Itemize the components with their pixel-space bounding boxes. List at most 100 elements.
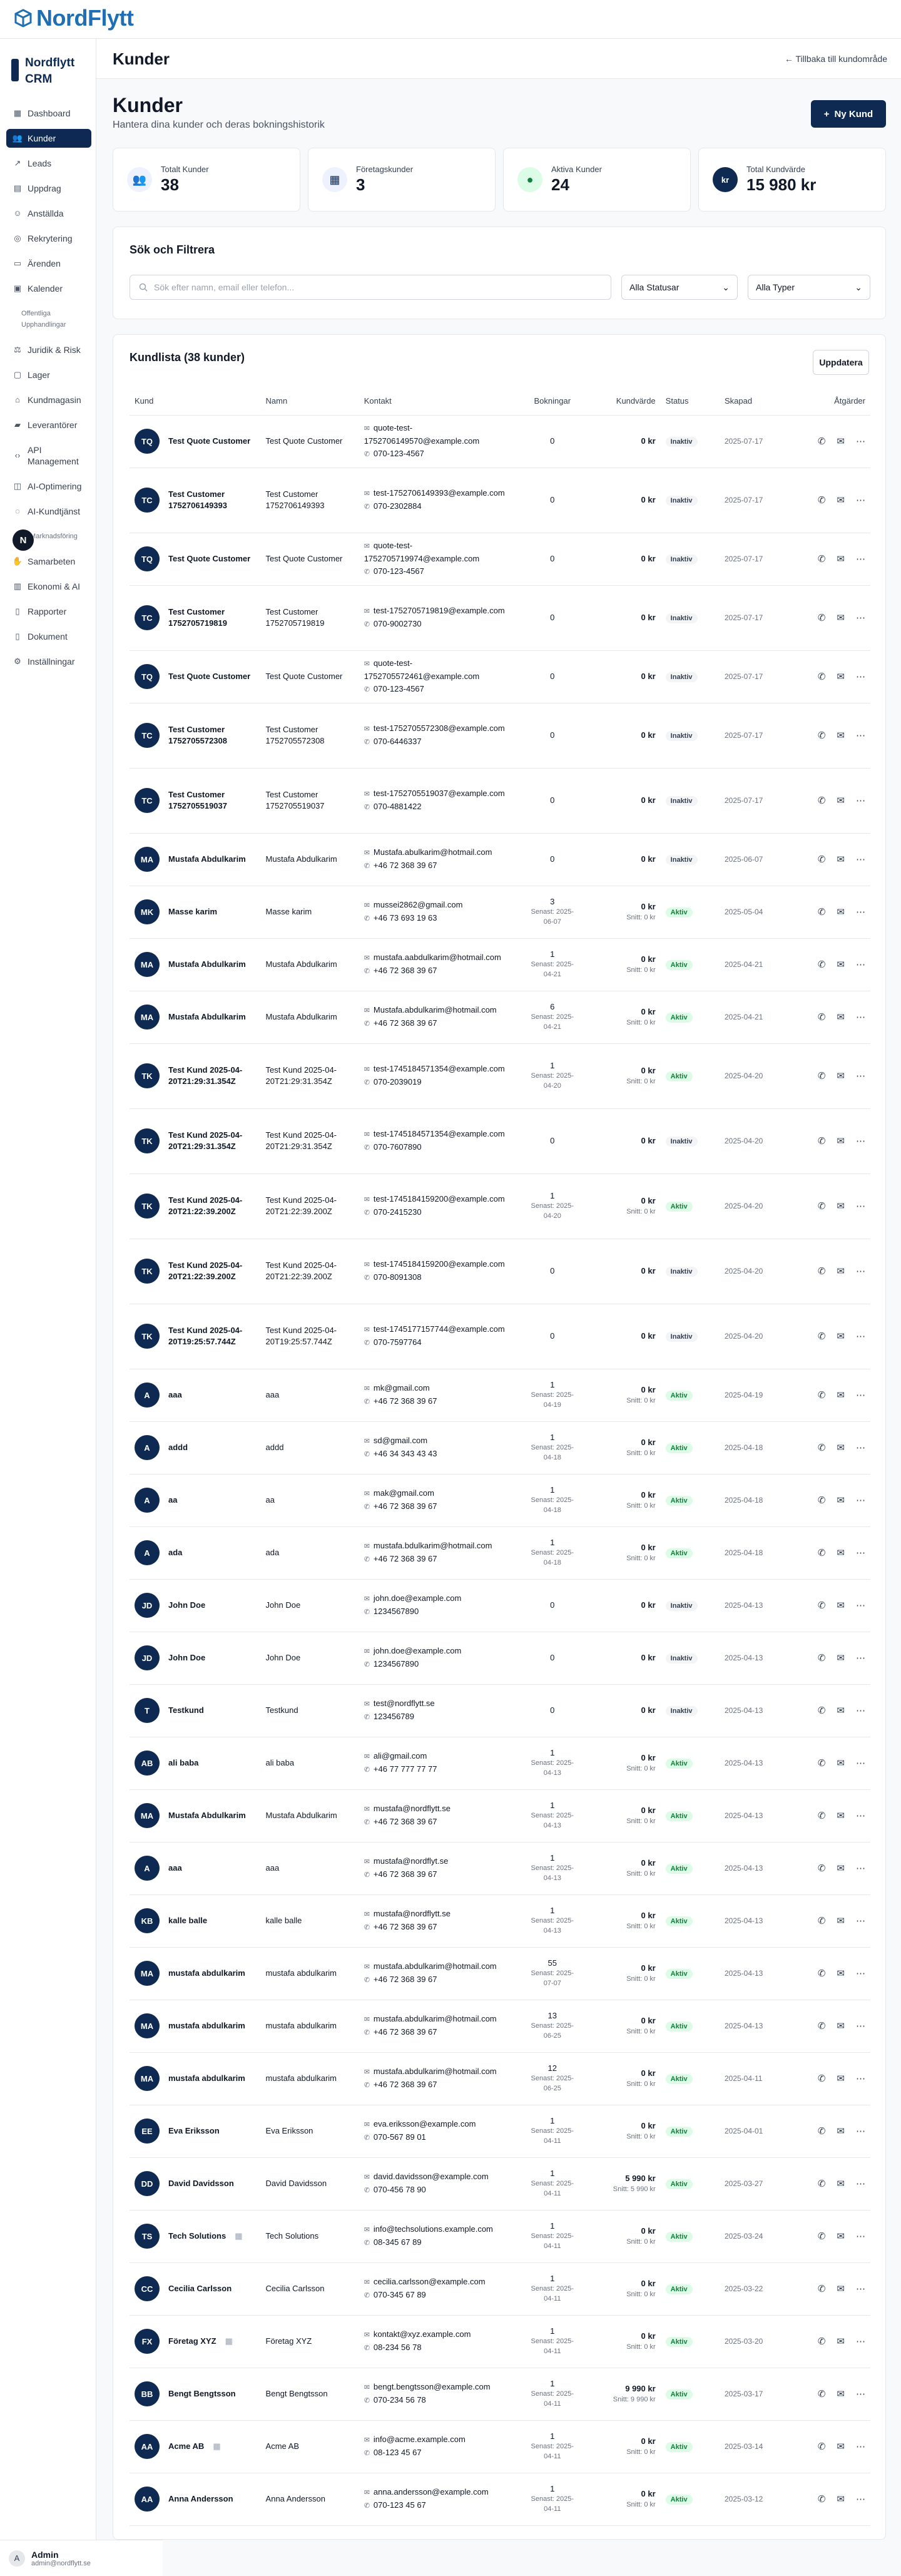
more-icon[interactable]: ⋯ [856,1757,865,1769]
phone-icon[interactable]: ✆ [818,2388,826,2400]
more-icon[interactable]: ⋯ [856,2073,865,2084]
sidebar-item-dokument[interactable]: ▯ Dokument [6,627,91,646]
column-header-6[interactable]: Skapad [719,387,792,416]
table-row[interactable]: MA mustafa abdulkarim mustafa abdulkarim ✉ m… [130,2052,870,2105]
sidebar-item-kundmagasin[interactable]: ⌂ Kundmagasin [6,391,91,409]
customer-name[interactable]: Cecilia Carlsson [168,2283,232,2294]
sidebar-item-leads[interactable]: ↗ Leads [6,154,91,173]
more-icon[interactable]: ⋯ [856,2493,865,2505]
email-text[interactable]: kontakt@xyz.example.com [374,2329,471,2339]
phone-text[interactable]: 070-2415230 [374,1207,422,1217]
table-row[interactable]: JD John Doe John Doe ✉ john.doe@example.com ✆… [130,1632,870,1685]
mail-icon[interactable]: ✉ [837,671,845,682]
phone-text[interactable]: 070-123-4567 [374,449,424,458]
email-text[interactable]: mustafa.abdulkarim@hotmail.com [374,2067,497,2076]
phone-icon[interactable]: ✆ [818,2073,826,2084]
mail-icon[interactable]: ✉ [837,2073,845,2084]
sidebar-item-api-management[interactable]: ‹› API Management [6,441,91,471]
table-row[interactable]: MA Mustafa Abdulkarim Mustafa Abdulkarim ✉ m… [130,938,870,991]
user-box[interactable]: A Admin admin@nordflytt.se [0,2540,163,2576]
more-icon[interactable]: ⋯ [856,1389,865,1401]
table-row[interactable]: TC Test Customer 1752706149393 Test Custom… [130,468,870,533]
email-text[interactable]: quote-test-1752706149570@example.com [364,423,480,446]
sidebar-item-ärenden[interactable]: ▭ Ärenden [6,254,91,273]
mail-icon[interactable]: ✉ [837,2178,845,2189]
phone-icon[interactable]: ✆ [818,854,826,865]
more-icon[interactable]: ⋯ [856,1705,865,1716]
phone-icon[interactable]: ✆ [818,671,826,682]
search-input[interactable]: Sök efter namn, email eller telefon... [130,275,611,300]
phone-text[interactable]: 070-123-4567 [374,684,424,693]
phone-icon[interactable]: ✆ [818,906,826,917]
mail-icon[interactable]: ✉ [837,906,845,917]
more-icon[interactable]: ⋯ [856,553,865,565]
customer-name[interactable]: mustafa abdulkarim [168,2020,245,2032]
type-select[interactable]: Alla Typer ⌄ [748,275,870,300]
more-icon[interactable]: ⋯ [856,494,865,506]
sidebar-item-anställda[interactable]: ☺ Anställda [6,204,91,223]
customer-name[interactable]: Test Quote Customer [168,671,250,682]
floating-avatar-button[interactable]: N [13,529,34,551]
phone-text[interactable]: +46 77 777 77 77 [374,1764,437,1774]
phone-icon[interactable]: ✆ [818,1757,826,1769]
sidebar-item-uppdrag[interactable]: ▤ Uppdrag [6,179,91,198]
email-text[interactable]: mustafa.abdulkarim@hotmail.com [374,1961,497,1971]
customer-name[interactable]: Tech Solutions [168,2231,226,2242]
mail-icon[interactable]: ✉ [837,494,845,506]
table-row[interactable]: DD David Davidsson David Davidsson ✉ david.d… [130,2157,870,2211]
email-text[interactable]: test-1752705719819@example.com [374,606,505,615]
customer-name[interactable]: Mustafa Abdulkarim [168,1011,246,1023]
phone-icon[interactable]: ✆ [818,1705,826,1716]
email-text[interactable]: info@techsolutions.example.com [374,2224,493,2234]
more-icon[interactable]: ⋯ [856,906,865,917]
table-row[interactable]: TQ Test Quote Customer Test Quote Customer… [130,533,870,586]
phone-icon[interactable]: ✆ [818,2493,826,2505]
more-icon[interactable]: ⋯ [856,1011,865,1023]
email-text[interactable]: test-1752705519037@example.com [374,789,505,798]
email-text[interactable]: test-1745184159200@example.com [374,1259,505,1269]
customer-name[interactable]: ada [168,1547,182,1558]
email-text[interactable]: quote-test-1752705572461@example.com [364,658,480,681]
sidebar-item-rekrytering[interactable]: ◎ Rekrytering [6,229,91,248]
table-row[interactable]: TQ Test Quote Customer Test Quote Customer… [130,415,870,468]
customer-name[interactable]: Mustafa Abdulkarim [168,1810,246,1821]
customer-name[interactable]: Bengt Bengtsson [168,2388,236,2400]
phone-icon[interactable]: ✆ [818,2231,826,2242]
table-row[interactable]: EE Eva Eriksson Eva Eriksson ✉ eva.eriksson@… [130,2105,870,2158]
email-text[interactable]: john.doe@example.com [374,1646,461,1655]
phone-icon[interactable]: ✆ [818,1547,826,1558]
more-icon[interactable]: ⋯ [856,1600,865,1611]
customer-name[interactable]: Testkund [168,1705,204,1716]
phone-text[interactable]: +46 72 368 39 67 [374,2080,437,2089]
mail-icon[interactable]: ✉ [837,1705,845,1716]
sidebar-item-ekonomi-ai[interactable]: ▥ Ekonomi & AI [6,577,91,596]
phone-text[interactable]: 070-567 89 01 [374,2132,426,2142]
phone-icon[interactable]: ✆ [818,1652,826,1664]
back-link[interactable]: ← Tillbaka till kundområde [785,54,887,64]
mail-icon[interactable]: ✉ [837,1389,845,1401]
phone-text[interactable]: 070-2302884 [374,501,422,511]
table-row[interactable]: FX Företag XYZ ▦ Företag XYZ ✉ kontakt@xyz.e… [130,2315,870,2368]
phone-icon[interactable]: ✆ [818,494,826,506]
more-icon[interactable]: ⋯ [856,2020,865,2032]
phone-text[interactable]: +46 72 368 39 67 [374,966,437,975]
phone-text[interactable]: +46 72 368 39 67 [374,861,437,870]
sidebar-item-ai-optimering[interactable]: ◫ AI-Optimering [6,477,91,496]
table-row[interactable]: MA Mustafa Abdulkarim Mustafa Abdulkarim ✉ M… [130,991,870,1044]
table-row[interactable]: TK Test Kund 2025-04-20T21:22:39.200Z Test… [130,1239,870,1304]
mail-icon[interactable]: ✉ [837,1331,845,1342]
customer-name[interactable]: ali baba [168,1757,198,1769]
phone-icon[interactable]: ✆ [818,1331,826,1342]
sidebar-item-leverantörer[interactable]: ▰ Leverantörer [6,416,91,434]
more-icon[interactable]: ⋯ [856,1442,865,1453]
sidebar-item-samarbeten[interactable]: ✋ Samarbeten [6,552,91,571]
mail-icon[interactable]: ✉ [837,2283,845,2294]
mail-icon[interactable]: ✉ [837,1011,845,1023]
mail-icon[interactable]: ✉ [837,1757,845,1769]
more-icon[interactable]: ⋯ [856,795,865,806]
email-text[interactable]: bengt.bengtsson@example.com [374,2382,491,2391]
table-row[interactable]: CC Cecilia Carlsson Cecilia Carlsson ✉ cecil… [130,2262,870,2316]
mail-icon[interactable]: ✉ [837,2231,845,2242]
more-icon[interactable]: ⋯ [856,1070,865,1081]
customer-name[interactable]: Test Customer 1752705719819 [168,606,256,629]
